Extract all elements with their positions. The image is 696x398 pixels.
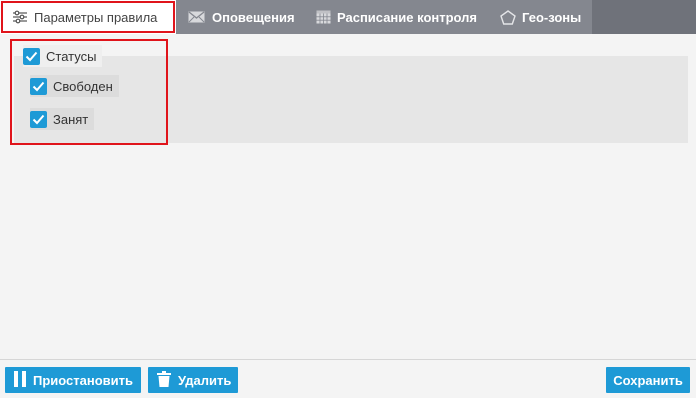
tab-geozones-label: Гео-зоны [522, 9, 582, 25]
footer-divider [0, 359, 696, 360]
calendar-grid-icon [316, 10, 331, 24]
status-busy-label: Занят [53, 111, 89, 127]
status-busy-checkbox[interactable]: Занят [30, 108, 95, 130]
tab-bar-filler [592, 0, 696, 34]
statuses-group-label: Статусы [46, 48, 97, 64]
tab-rule-parameters[interactable]: Параметры правила [0, 0, 176, 34]
sliders-icon [12, 10, 28, 24]
statuses-group-checkbox[interactable]: Статусы [23, 45, 103, 67]
rule-editor-window: Параметры правила Оповещения Расписание … [0, 0, 696, 398]
save-button-label: Сохранить [613, 372, 683, 388]
checkmark-icon [30, 77, 47, 95]
pause-icon [14, 370, 26, 390]
status-free-checkbox[interactable]: Свободен [30, 75, 119, 97]
statuses-panel [14, 56, 688, 143]
tab-schedule[interactable]: Расписание контроля [316, 0, 477, 34]
tab-schedule-label: Расписание контроля [337, 9, 478, 25]
tab-notifications[interactable]: Оповещения [188, 0, 295, 34]
pentagon-icon [500, 9, 516, 25]
tab-bar: Параметры правила Оповещения Расписание … [0, 0, 696, 34]
save-button[interactable]: Сохранить [606, 367, 690, 393]
tab-rule-parameters-label: Параметры правила [34, 9, 158, 25]
trash-icon [157, 370, 171, 390]
pause-button[interactable]: Приостановить [5, 367, 141, 393]
checkmark-icon [23, 47, 40, 65]
status-free-label: Свободен [53, 78, 113, 94]
delete-button[interactable]: Удалить [148, 367, 238, 393]
envelope-icon [188, 10, 206, 24]
tab-notifications-label: Оповещения [212, 9, 295, 25]
delete-button-label: Удалить [178, 372, 232, 388]
checkmark-icon [30, 110, 47, 128]
pause-button-label: Приостановить [33, 372, 134, 388]
tab-geozones[interactable]: Гео-зоны [500, 0, 581, 34]
